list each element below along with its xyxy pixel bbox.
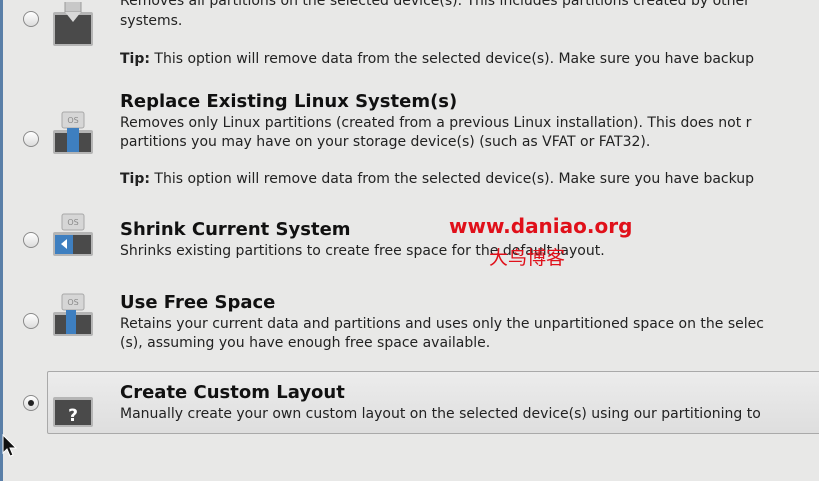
os-drive-replace-icon: OS (53, 111, 93, 154)
tip-text: This option will remove data from the se… (149, 171, 755, 187)
option-desc-line-2: (s), assuming you have enough free space… (120, 335, 491, 351)
os-drive-removal-icon (53, 2, 93, 46)
os-drive-free-space-icon: OS (53, 293, 93, 336)
radio-use-all-space[interactable] (23, 11, 39, 27)
option-tip: Tip: This option will remove data from t… (120, 171, 754, 187)
icon-question-mark: ? (68, 406, 78, 426)
tip-text: This option will remove data from the se… (149, 51, 755, 67)
option-tip: Tip: This option will remove data from t… (120, 51, 754, 67)
radio-create-custom-layout[interactable] (23, 395, 39, 411)
tip-label: Tip: (120, 171, 150, 187)
option-desc-line-1: Manually create your own custom layout o… (120, 406, 761, 422)
option-title: Replace Existing Linux System(s) (120, 91, 458, 112)
option-desc-line-2: systems. (120, 13, 183, 29)
watermark-chinese: 大鸟博客 (489, 247, 566, 269)
option-desc-line-1: Retains your current data and partitions… (120, 316, 764, 332)
option-title: Shrink Current System (120, 219, 351, 240)
mouse-pointer-icon (2, 434, 18, 457)
watermark-url: www.daniao.org (449, 214, 633, 238)
tip-label: Tip: (120, 51, 150, 67)
icon-os-badge: OS (67, 298, 78, 307)
radio-use-free-space[interactable] (23, 313, 39, 329)
option-desc-line-1: Removes only Linux partitions (created f… (120, 115, 752, 131)
icon-os-badge: OS (67, 116, 78, 125)
radio-replace-existing-linux[interactable] (23, 131, 39, 147)
radio-shrink-current-system[interactable] (23, 232, 39, 248)
option-desc-line-1: Removes all partitions on the selected d… (120, 0, 750, 9)
option-desc-line-2: partitions you may have on your storage … (120, 134, 651, 150)
os-drive-shrink-icon: OS (53, 213, 93, 256)
custom-layout-question-icon: ? (53, 397, 93, 427)
option-title: Create Custom Layout (120, 382, 345, 403)
icon-os-badge: OS (67, 218, 78, 227)
option-title: Use Free Space (120, 292, 276, 313)
window-left-edge (0, 0, 3, 481)
